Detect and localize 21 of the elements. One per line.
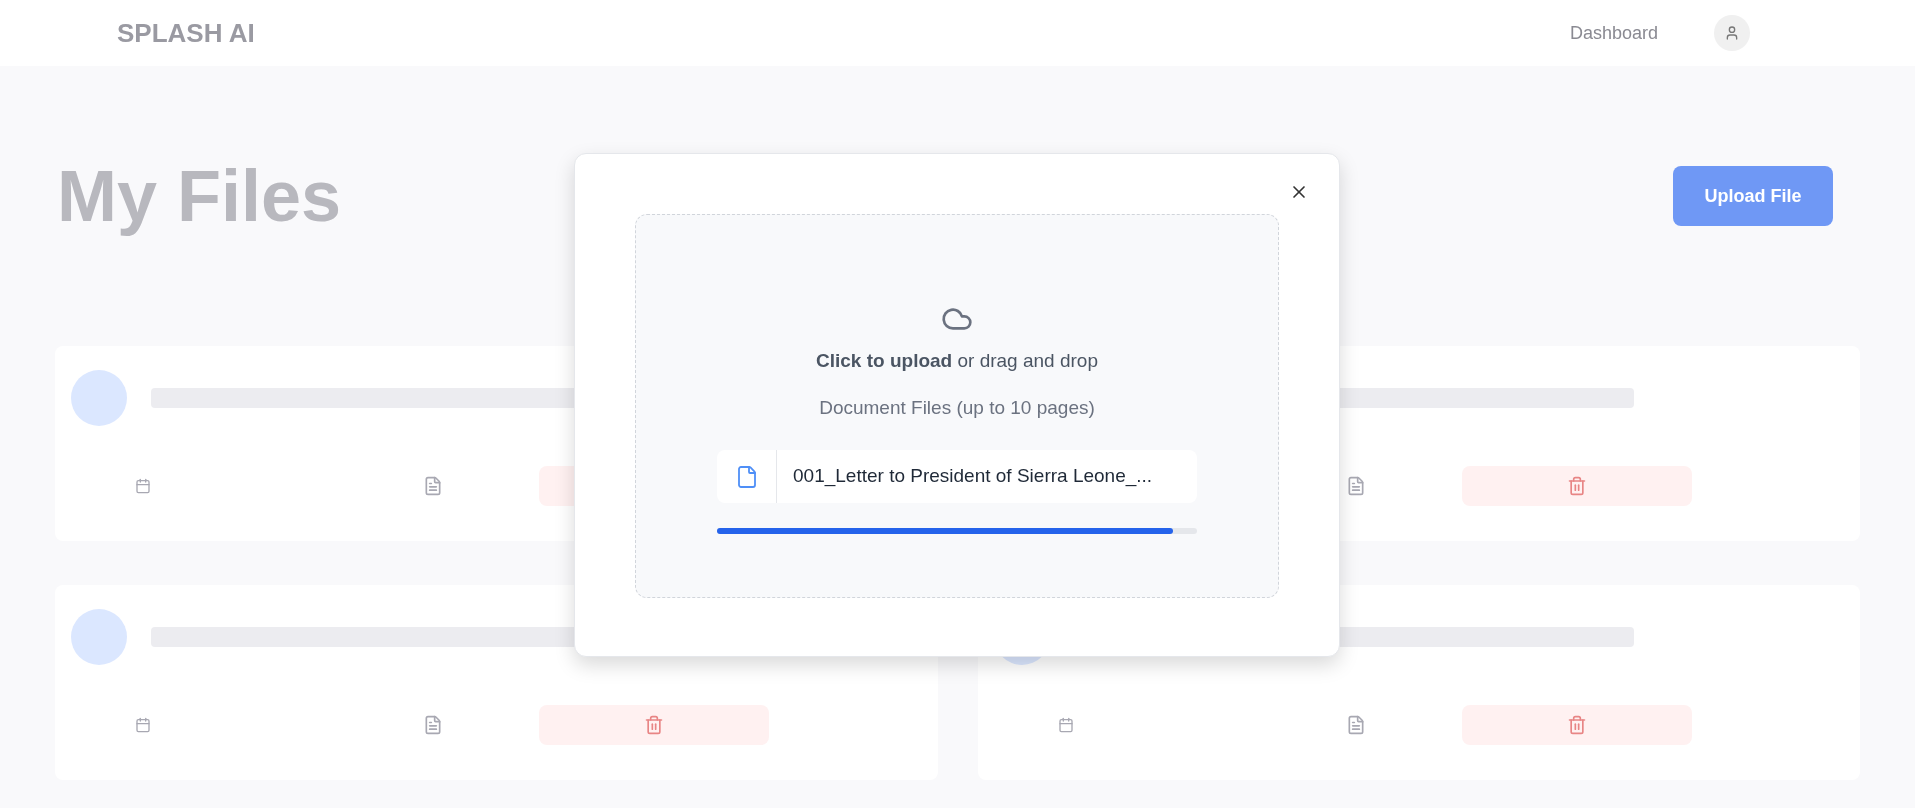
calendar-icon xyxy=(1057,717,1074,733)
calendar-icon xyxy=(135,717,151,733)
delete-button[interactable] xyxy=(1461,466,1692,506)
document-icon xyxy=(423,476,443,496)
trash-icon xyxy=(1566,715,1587,735)
nav-link[interactable]: Dashboard xyxy=(1569,19,1658,47)
trash-icon xyxy=(644,715,664,735)
trash-icon xyxy=(1566,476,1587,496)
upload-file-button[interactable]: Upload File xyxy=(1673,166,1833,226)
upload-prompt: Click to upload or drag and drop xyxy=(816,349,1098,373)
page-title: My Files xyxy=(57,155,342,238)
calendar-icon xyxy=(135,478,151,494)
user-icon xyxy=(1724,25,1740,41)
delete-button[interactable] xyxy=(539,705,769,745)
delete-button[interactable] xyxy=(1461,705,1692,745)
user-avatar[interactable] xyxy=(1714,15,1750,51)
file-name: 001_Letter to President of Sierra Leone_... xyxy=(792,464,1153,489)
brand-logo[interactable]: SPLASH AI xyxy=(117,13,255,53)
drop-zone[interactable]: Click to upload or drag and drop Document Files (up to 10 pages) 001_Letter to President of Sierra Leone_... xyxy=(635,214,1279,598)
document-icon xyxy=(423,715,443,735)
file-type-hint: Document Files (up to 10 pages) xyxy=(819,395,1095,420)
